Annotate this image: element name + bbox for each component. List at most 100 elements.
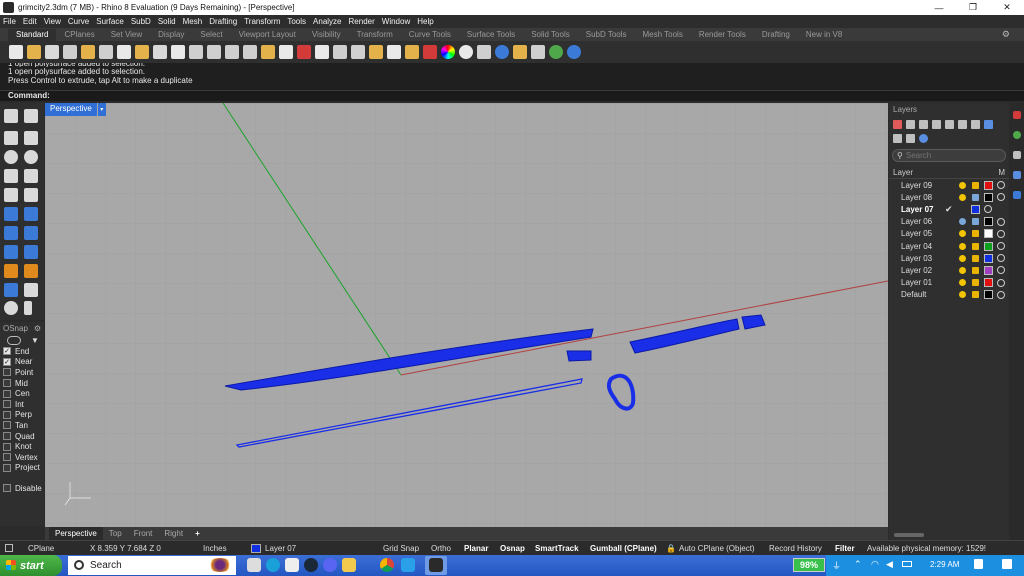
status-gumball[interactable]: Gumball (CPlane) [590,544,657,553]
osnap-project[interactable]: Project [0,463,44,474]
menu-render[interactable]: Render [349,17,375,26]
clock-time[interactable]: 2:29 AM [930,560,959,569]
tab-select[interactable]: Select [192,30,230,41]
light-bulb-icon[interactable] [959,291,966,299]
new-sublayer-icon[interactable] [906,119,915,129]
new-file-icon[interactable] [9,45,23,59]
light-bulb-icon[interactable] [959,254,966,262]
status-auto-cplane[interactable]: Auto CPlane (Object) [679,544,755,553]
grid-view-icon[interactable] [893,133,902,143]
copy-icon[interactable] [117,45,131,59]
material-icon[interactable] [997,193,1005,202]
checkbox-near[interactable]: ✓ [3,357,11,366]
layer-name[interactable]: Layer 07 [889,205,941,214]
polygon-icon[interactable] [4,188,18,202]
environment-tab-icon[interactable] [1012,171,1021,179]
unlock-icon[interactable] [972,230,979,238]
settings-icon[interactable] [531,45,545,59]
tab-solid-tools[interactable]: Solid Tools [523,30,578,41]
status-planar[interactable]: Planar [464,544,488,553]
material-icon[interactable] [997,254,1005,263]
polyline-icon[interactable] [4,131,18,145]
layer-color-swatch[interactable] [984,180,993,190]
rotate-view-icon[interactable] [189,45,203,59]
unlock-icon[interactable] [972,181,979,189]
close-button[interactable]: ✕ [990,0,1024,15]
layer-color-swatch[interactable] [971,204,980,214]
material-icon[interactable] [997,242,1005,251]
move-up-icon[interactable] [945,119,954,129]
checkbox-perp[interactable] [3,410,11,419]
lock-icon[interactable] [405,45,419,59]
curve-icon[interactable] [24,131,38,145]
layer-color-swatch[interactable] [984,265,993,275]
list-view-icon[interactable] [906,133,915,143]
move-down-icon[interactable] [958,119,967,129]
status-osnap[interactable]: Osnap [500,544,525,553]
horizontal-scrollbar[interactable] [894,533,924,537]
layer-name[interactable]: Layer 03 [889,254,941,263]
checkbox-end[interactable]: ✓ [3,347,11,356]
menu-curve[interactable]: Curve [68,17,89,26]
layer-color-swatch[interactable] [984,229,993,239]
menu-transform[interactable]: Transform [244,17,280,26]
tab-transform[interactable]: Transform [349,30,401,41]
layer-row[interactable]: Layer 01 [889,277,1009,289]
menu-solid[interactable]: Solid [158,17,176,26]
start-button[interactable]: start [0,555,62,576]
layer-icon[interactable] [423,45,437,59]
tab-visibility[interactable]: Visibility [304,30,349,41]
dimension-icon[interactable] [4,283,18,297]
status-layer-swatch[interactable] [251,544,261,553]
new-layer-icon[interactable] [893,119,902,129]
task-view-icon[interactable] [247,558,261,572]
add-viewport-button[interactable]: + [189,529,206,538]
analyze-icon[interactable] [4,301,18,315]
store-icon[interactable] [401,558,415,572]
zoom-icon[interactable] [207,45,221,59]
material-icon[interactable] [997,181,1005,190]
speaker-icon[interactable]: ◀ [886,559,893,570]
light-bulb-icon[interactable] [959,181,966,189]
tab-drafting[interactable]: Drafting [754,30,798,41]
layer-search[interactable]: ⚲ [892,149,1006,162]
select-arrow-icon[interactable] [4,109,18,123]
status-smarttrack[interactable]: SmartTrack [535,544,579,553]
tab-mesh-tools[interactable]: Mesh Tools [635,30,691,41]
copy-objects-icon[interactable] [333,45,347,59]
tab-curve-tools[interactable]: Curve Tools [401,30,459,41]
filter-icon[interactable]: ▼ [31,336,39,345]
checkbox-knot[interactable] [3,442,11,451]
layer-row-current[interactable]: Layer 07 ✔ [889,203,1009,215]
material-icon[interactable] [984,205,992,214]
copy-layer-icon[interactable] [932,119,941,129]
menu-help[interactable]: Help [417,17,433,26]
tab-front[interactable]: Front [128,529,159,538]
print-icon[interactable] [63,45,77,59]
tab-render-tools[interactable]: Render Tools [691,30,754,41]
status-units[interactable]: Inches [203,544,227,553]
zoom-selected-icon[interactable] [261,45,275,59]
checkbox-quad[interactable] [3,432,11,441]
material-icon[interactable] [997,278,1005,287]
rectangle-icon[interactable] [24,169,38,183]
layer-color-swatch[interactable] [984,290,993,300]
menu-view[interactable]: View [44,17,61,26]
save-icon[interactable] [45,45,59,59]
select-points-icon[interactable] [24,109,38,123]
layer-row[interactable]: Layer 02 [889,264,1009,276]
taskbar-search[interactable]: Search [68,556,236,575]
layer-color-swatch[interactable] [984,241,993,251]
layer-name[interactable]: Layer 01 [889,278,941,287]
status-record-history[interactable]: Record History [769,544,822,553]
light-bulb-icon[interactable] [959,193,966,201]
four-viewports-icon[interactable] [279,45,293,59]
checkbox-tan[interactable] [3,421,11,430]
checkbox-disable[interactable] [3,484,11,493]
battery-indicator[interactable]: 98% [793,558,825,572]
cplane-icon[interactable] [297,45,311,59]
mesh-icon[interactable] [4,245,18,259]
unlock-icon[interactable] [972,266,979,274]
import-icon[interactable] [81,45,95,59]
boolean-icon[interactable] [24,226,38,240]
